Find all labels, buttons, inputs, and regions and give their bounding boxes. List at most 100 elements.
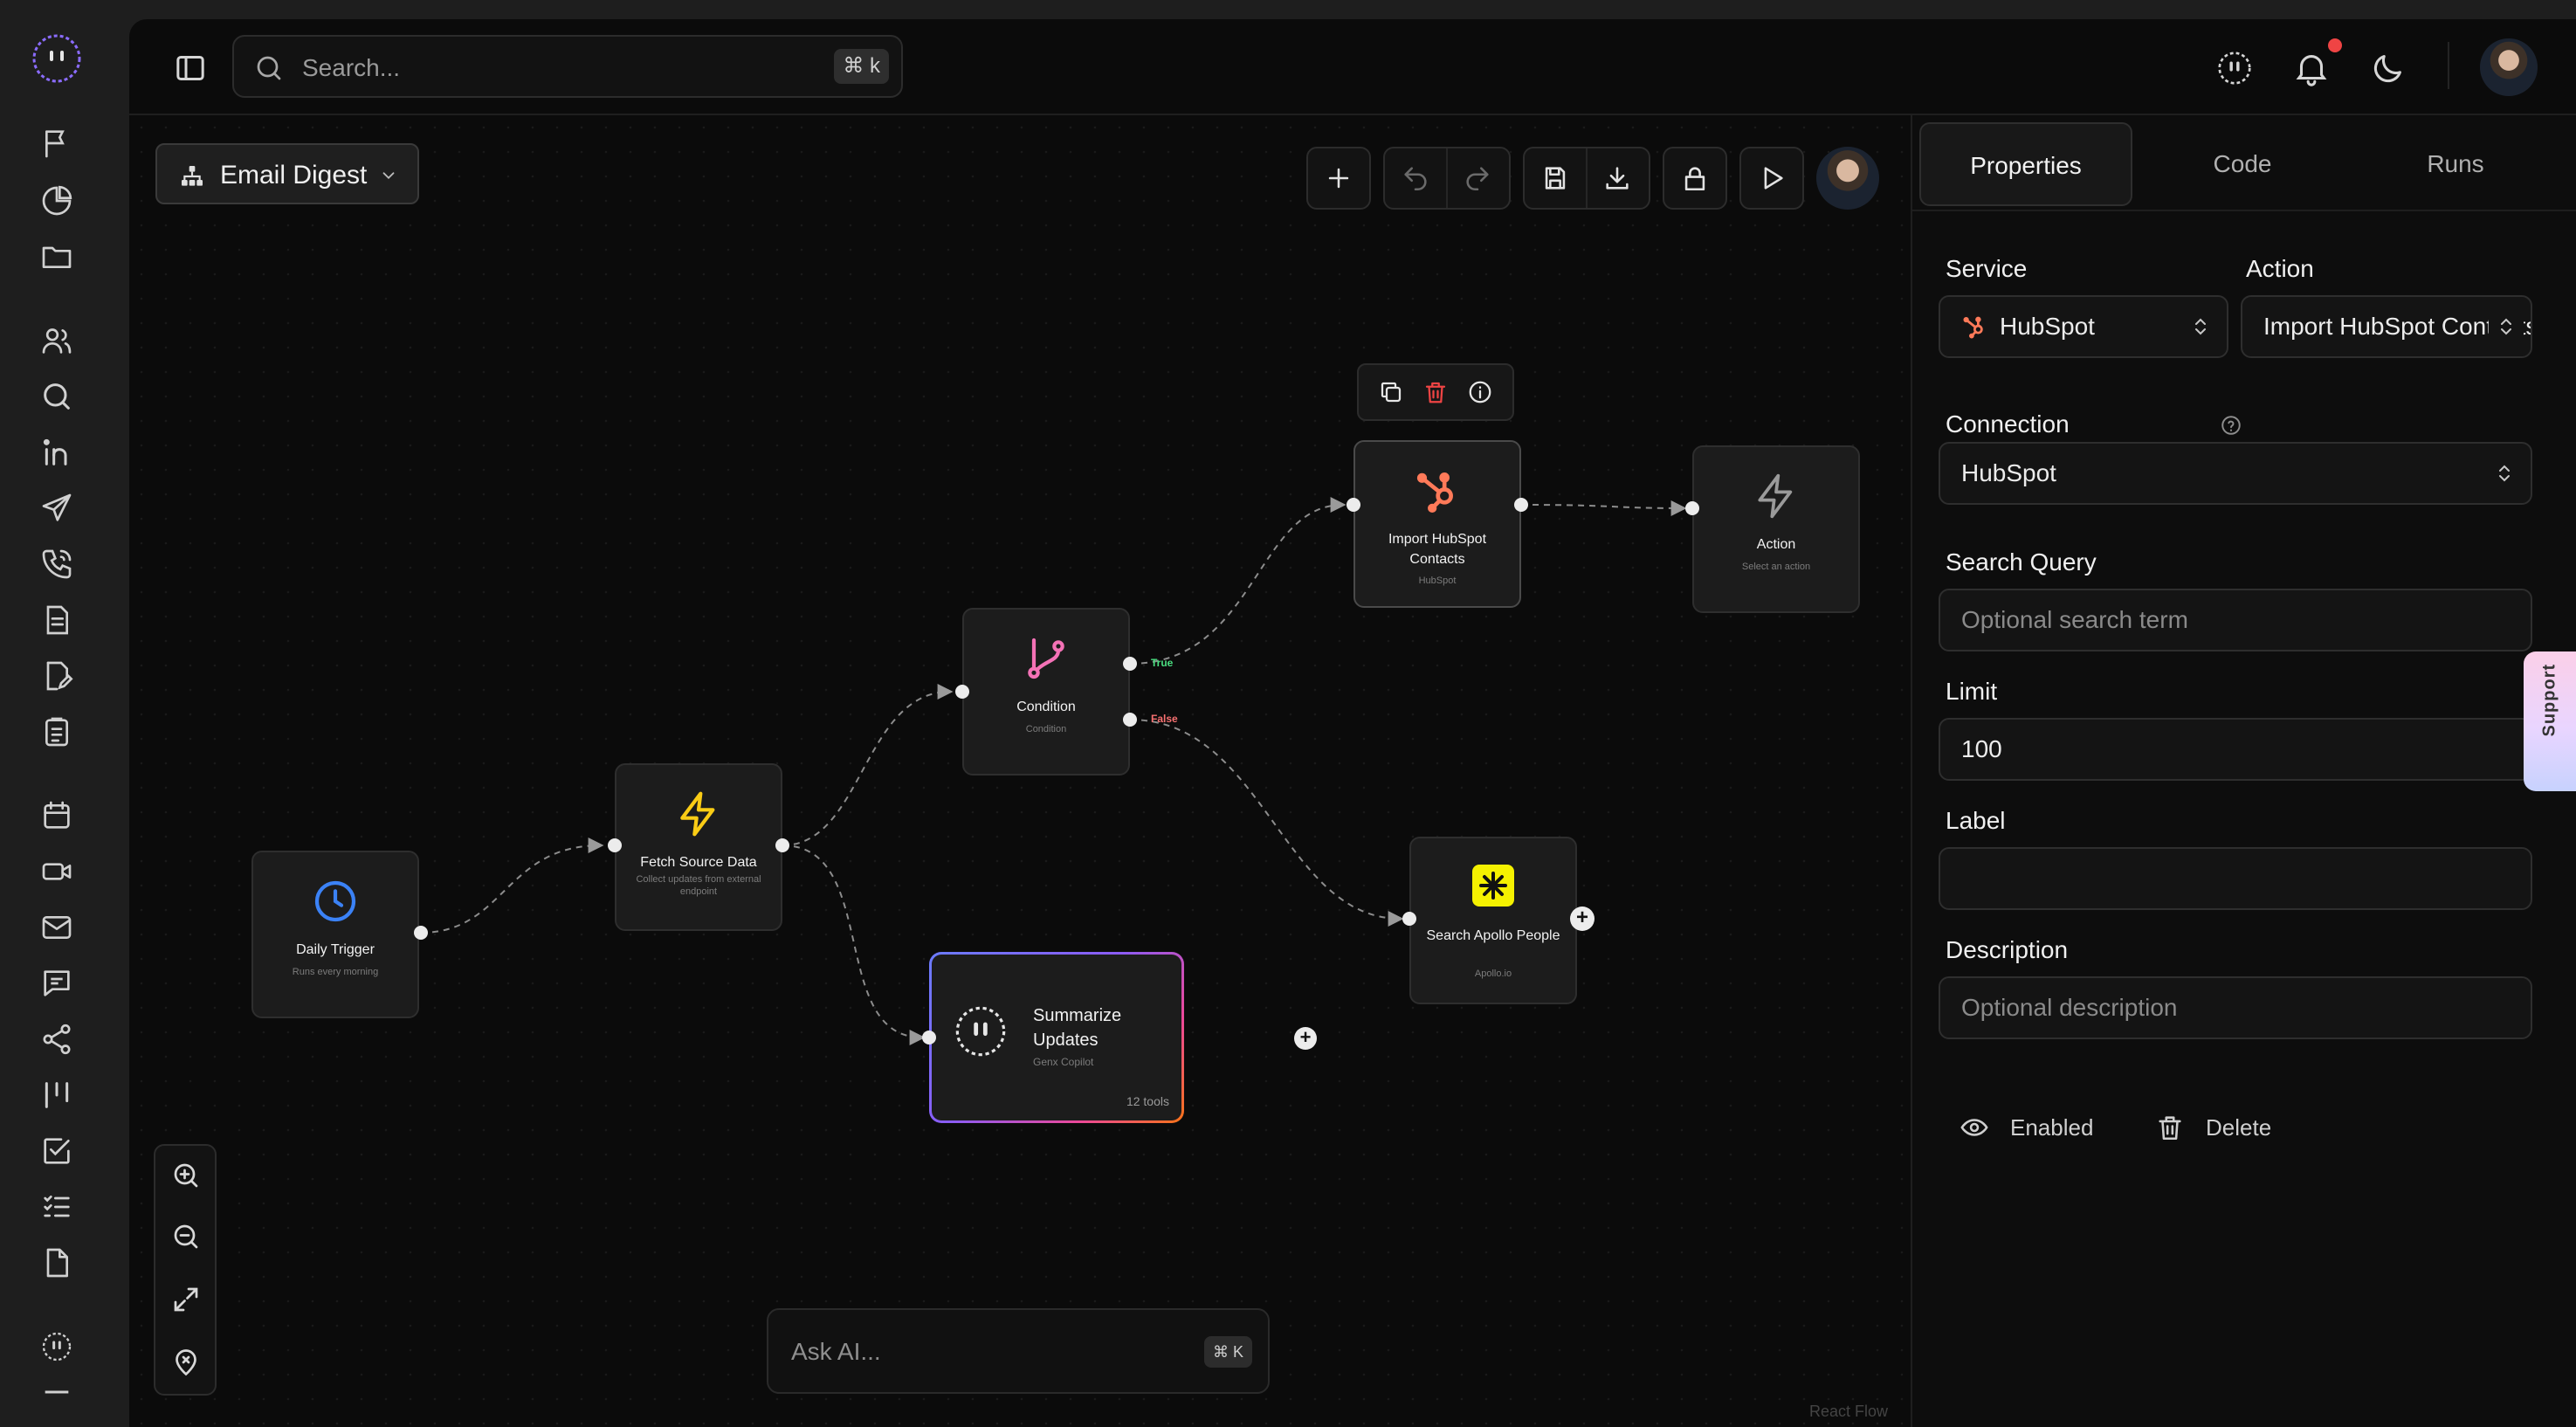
enabled-toggle[interactable]: Enabled	[1960, 1113, 2134, 1144]
false-handle[interactable]	[1123, 713, 1137, 727]
add-node-button[interactable]	[1308, 148, 1369, 208]
pie-chart-icon[interactable]	[39, 183, 74, 218]
user-avatar[interactable]	[2480, 38, 2538, 96]
search-icon[interactable]	[39, 379, 74, 414]
node-title: Action	[1756, 537, 1796, 552]
file-icon[interactable]	[39, 1245, 74, 1280]
flag-icon[interactable]	[39, 126, 74, 161]
info-icon[interactable]	[1467, 379, 1493, 405]
undo-icon	[1404, 167, 1427, 191]
service-select[interactable]: HubSpot	[1939, 295, 2228, 358]
tab-runs[interactable]: Runs	[2349, 122, 2562, 206]
node-condition[interactable]: Condition Condition	[962, 608, 1130, 776]
target-handle[interactable]	[1402, 912, 1416, 926]
trash-icon	[2159, 1116, 2181, 1141]
checkbox-icon[interactable]	[39, 1134, 74, 1168]
duplicate-icon[interactable]	[1378, 379, 1404, 405]
label-input[interactable]	[1939, 847, 2532, 910]
sidebar-toggle-icon[interactable]	[173, 51, 208, 86]
node-fetch-source[interactable]: Fetch Source Data Collect updates from e…	[615, 763, 782, 931]
node-action[interactable]: Action Select an action	[1692, 445, 1860, 613]
zoom-out-icon[interactable]	[170, 1221, 202, 1252]
target-handle[interactable]	[955, 685, 969, 699]
brand-logo-icon[interactable]	[31, 33, 82, 84]
copilot-icon[interactable]	[2214, 48, 2255, 88]
true-label: True	[1151, 657, 1174, 669]
list-check-icon[interactable]	[39, 1189, 74, 1224]
target-handle[interactable]	[1347, 498, 1360, 512]
top-divider	[2448, 42, 2449, 89]
document-icon[interactable]	[39, 603, 74, 638]
download-button[interactable]	[1586, 148, 1647, 208]
zoom-controls	[154, 1144, 217, 1396]
share-icon[interactable]	[39, 1022, 74, 1057]
chevron-updown-icon	[2190, 316, 2211, 337]
zoom-in-icon[interactable]	[170, 1160, 202, 1191]
video-icon[interactable]	[39, 854, 74, 889]
document-edit-icon[interactable]	[39, 658, 74, 693]
service-label: Service	[1946, 255, 2028, 282]
node-title: Fetch Source Data	[640, 855, 757, 870]
play-icon	[1764, 167, 1783, 190]
download-icon	[1606, 167, 1629, 190]
target-handle[interactable]	[922, 1031, 936, 1044]
search-query-input[interactable]: Optional search term	[1939, 589, 2532, 651]
save-button[interactable]	[1525, 148, 1586, 208]
workflow-selector[interactable]: Email Digest	[155, 143, 419, 204]
node-import-hubspot[interactable]: Import HubSpot Contacts HubSpot	[1353, 440, 1521, 608]
more-icon[interactable]	[39, 1383, 74, 1401]
undo-button[interactable]	[1385, 148, 1446, 208]
limit-input[interactable]: 100	[1939, 718, 2532, 781]
bell-icon[interactable]	[2291, 48, 2331, 88]
users-icon[interactable]	[39, 323, 74, 358]
location-icon[interactable]	[170, 1347, 202, 1378]
ask-ai-input[interactable]: Ask AI... ⌘ K	[767, 1308, 1270, 1394]
action-select[interactable]: Import HubSpot Contacts	[2241, 295, 2532, 358]
run-button[interactable]	[1741, 148, 1802, 208]
add-next-node-handle[interactable]: +	[1570, 907, 1595, 931]
connection-select[interactable]: HubSpot	[1939, 442, 2532, 505]
target-handle[interactable]	[608, 838, 622, 852]
source-handle[interactable]	[414, 926, 428, 940]
lock-button[interactable]	[1664, 148, 1725, 208]
source-handle[interactable]	[775, 838, 789, 852]
true-handle[interactable]	[1123, 657, 1137, 671]
message-icon[interactable]	[39, 966, 74, 1001]
send-icon[interactable]	[39, 491, 74, 526]
node-summarize-updates[interactable]: Summarize Updates Genx Copilot 12 tools	[929, 952, 1184, 1123]
calendar-icon[interactable]	[39, 798, 74, 833]
moon-icon[interactable]	[2368, 48, 2408, 88]
help-circle-icon[interactable]	[2220, 414, 2242, 437]
add-next-node-handle[interactable]: +	[1294, 1027, 1317, 1050]
edge-trigger-fetch	[420, 838, 604, 934]
node-search-apollo[interactable]: Search Apollo People Apollo.io	[1409, 837, 1577, 1004]
clipboard-icon[interactable]	[39, 714, 74, 749]
react-flow-attribution[interactable]: React Flow	[1809, 1403, 1888, 1421]
description-input[interactable]: Optional description	[1939, 976, 2532, 1039]
top-bar: Search... ⌘ k	[129, 19, 2576, 115]
workflow-canvas[interactable]: Email Digest Daily Trigger Runs every mo…	[129, 115, 1994, 1427]
support-tab[interactable]: Support	[2524, 651, 2576, 791]
mail-icon[interactable]	[39, 910, 74, 945]
trash-icon[interactable]	[1422, 379, 1449, 405]
copilot-icon[interactable]	[39, 1329, 74, 1364]
fit-view-icon[interactable]	[170, 1284, 202, 1315]
redo-button[interactable]	[1446, 148, 1507, 208]
workflow-icon	[178, 162, 206, 190]
search-input[interactable]: Search... ⌘ k	[232, 35, 903, 98]
hubspot-icon	[1963, 316, 1983, 339]
delete-node-button[interactable]: Delete	[2155, 1113, 2330, 1144]
source-handle[interactable]	[1514, 498, 1528, 512]
node-daily-trigger[interactable]: Daily Trigger Runs every morning	[251, 851, 419, 1018]
tab-code[interactable]: Code	[2136, 122, 2349, 206]
target-handle[interactable]	[1685, 501, 1699, 515]
phone-call-icon[interactable]	[39, 547, 74, 582]
tab-properties[interactable]: Properties	[1919, 122, 2132, 206]
node-subtitle: Runs every morning	[292, 967, 379, 977]
folder-icon[interactable]	[39, 239, 74, 274]
columns-icon[interactable]	[39, 1078, 74, 1113]
node-subtitle: Genx Copilot	[1033, 1056, 1094, 1068]
linkedin-icon[interactable]	[39, 435, 74, 470]
limit-value: 100	[1961, 735, 2002, 762]
collaborator-avatar[interactable]	[1816, 147, 1879, 210]
